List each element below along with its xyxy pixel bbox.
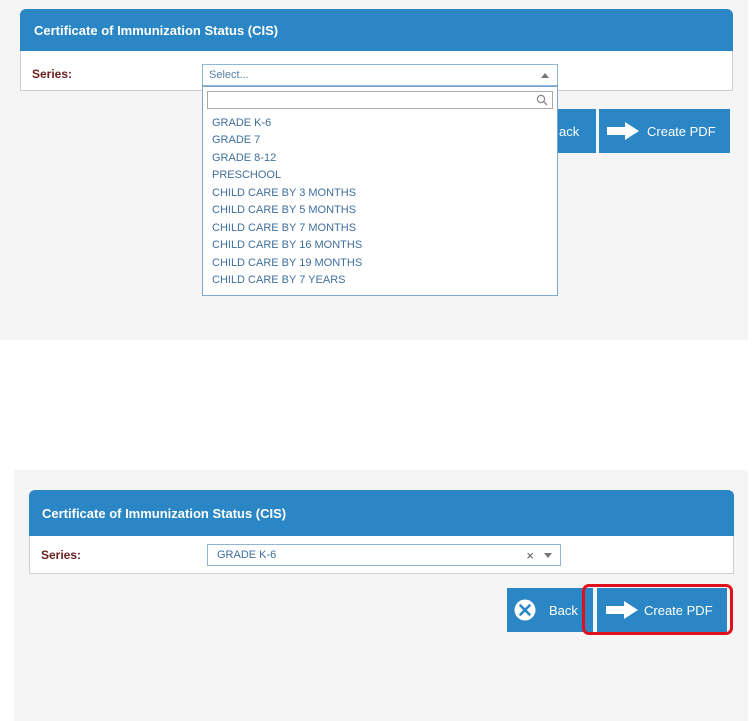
create-pdf-button[interactable]: Create PDF	[599, 109, 730, 153]
search-icon	[536, 94, 548, 106]
select-placeholder: Select...	[209, 69, 249, 81]
panel-header: Certificate of Immunization Status (CIS)	[29, 490, 734, 536]
close-icon	[514, 599, 536, 621]
series-label: Series:	[32, 67, 73, 81]
screen-value-selected: Certificate of Immunization Status (CIS)…	[14, 470, 748, 721]
list-item[interactable]: CHILD CARE BY 19 MONTHS	[203, 254, 557, 272]
panel-title: Certificate of Immunization Status (CIS)	[34, 22, 279, 38]
screen-dropdown-open: Certificate of Immunization Status (CIS)…	[0, 0, 748, 340]
list-item[interactable]: CHILD CARE BY 16 MONTHS	[203, 237, 557, 255]
list-item[interactable]: CHILD CARE BY 5 MONTHS	[203, 202, 557, 220]
series-dropdown: GRADE K-6 GRADE 7 GRADE 8-12 PRESCHOOL C…	[202, 86, 558, 296]
series-select[interactable]: Select...	[202, 64, 558, 86]
panel-header: Certificate of Immunization Status (CIS)	[20, 9, 733, 51]
list-item[interactable]: CHILD CARE BY 7 MONTHS	[203, 219, 557, 237]
panel-title: Certificate of Immunization Status (CIS)	[42, 505, 287, 521]
caret-down-icon[interactable]	[544, 552, 552, 558]
series-select[interactable]: GRADE K-6 ×	[207, 544, 561, 566]
clear-icon[interactable]: ×	[526, 548, 534, 563]
list-item[interactable]: CHILD CARE BY 3 MONTHS	[203, 184, 557, 202]
selected-value: GRADE K-6	[217, 549, 277, 561]
highlight-box	[582, 584, 733, 635]
back-button[interactable]: ack	[556, 109, 596, 153]
create-pdf-label: Create PDF	[647, 123, 716, 139]
list-item[interactable]: GRADE K-6	[203, 114, 557, 132]
series-label: Series:	[41, 548, 82, 562]
back-label: Back	[549, 602, 578, 618]
caret-up-icon[interactable]	[541, 72, 549, 78]
list-item[interactable]: GRADE 7	[203, 132, 557, 150]
back-label: ack	[559, 123, 580, 139]
arrow-right-icon	[607, 122, 639, 140]
dropdown-search-input[interactable]	[207, 91, 553, 109]
option-list: GRADE K-6 GRADE 7 GRADE 8-12 PRESCHOOL C…	[203, 114, 557, 289]
list-item[interactable]: CHILD CARE BY 7 YEARS	[203, 272, 557, 290]
list-item[interactable]: GRADE 8-12	[203, 149, 557, 167]
list-item[interactable]: PRESCHOOL	[203, 167, 557, 185]
back-button[interactable]: Back	[507, 588, 593, 632]
